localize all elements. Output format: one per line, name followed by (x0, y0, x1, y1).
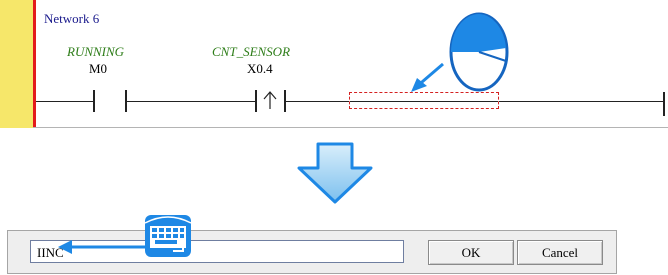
ladder-network-panel: Network 6 RUNNING M0 CNT_SENSOR X0.4 (0, 0, 668, 130)
typing-arrow-icon (58, 240, 146, 254)
device-label-x0-4: X0.4 (247, 61, 273, 76)
network-title: Network 6 (44, 11, 100, 26)
left-power-rail (33, 0, 36, 128)
contact-m0-right[interactable] (125, 90, 127, 112)
rung-wire (499, 101, 663, 102)
contact-m0-left[interactable] (93, 90, 95, 112)
right-power-rail (663, 92, 665, 116)
cancel-button[interactable]: Cancel (517, 240, 603, 265)
rung-wire (127, 101, 255, 102)
mouse-click-icon (411, 12, 509, 92)
ok-button[interactable]: OK (428, 240, 514, 265)
contact-x0-4-left[interactable] (255, 90, 257, 112)
contact-label-running: RUNNING (67, 44, 125, 59)
instruction-slot[interactable] (349, 92, 499, 109)
rising-edge-icon (263, 91, 277, 109)
down-arrow-icon (297, 142, 373, 204)
rung-wire (36, 101, 93, 102)
rung-wire (286, 101, 349, 102)
network-left-bar (0, 0, 33, 128)
contact-label-cnt-sensor: CNT_SENSOR (212, 44, 291, 59)
device-label-m0: M0 (89, 61, 108, 76)
network-divider (33, 127, 668, 128)
keyboard-icon (144, 215, 192, 257)
